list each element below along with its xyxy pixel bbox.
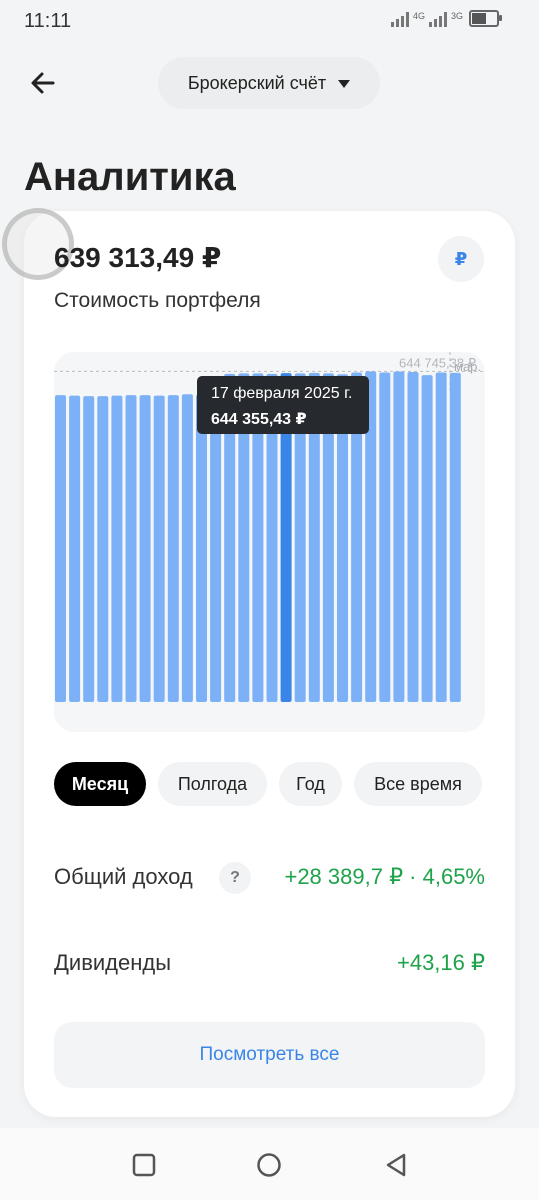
total-income-value: +28 389,7 ₽ · 4,65% <box>284 864 485 889</box>
portfolio-total-label: Стоимость портфеля <box>54 289 261 312</box>
portfolio-total-value: 639 313,49 ₽ <box>54 242 222 273</box>
help-icon[interactable]: ? <box>219 862 251 894</box>
chart-bar[interactable] <box>153 395 165 702</box>
status-bar: 11:11 4G 3G <box>0 0 539 42</box>
chart-bar[interactable] <box>69 395 81 702</box>
home-icon[interactable] <box>256 1152 282 1178</box>
page-title: Аналитика <box>24 155 236 199</box>
see-all-button[interactable]: Посмотреть все <box>54 1022 485 1088</box>
tab-all-time[interactable]: Все время <box>354 762 482 806</box>
tab-month[interactable]: Месяц <box>54 762 146 806</box>
chart-bar[interactable] <box>379 372 391 702</box>
back-nav-icon[interactable] <box>383 1152 409 1178</box>
chart-bar[interactable] <box>55 395 66 702</box>
chart-bar[interactable] <box>210 390 222 702</box>
chart-bar[interactable] <box>393 371 405 702</box>
signal-icon <box>390 11 409 27</box>
chart-bar[interactable] <box>97 396 109 702</box>
dividends-value: +43,16 ₽ <box>396 950 485 975</box>
x-axis-month-label: мар. <box>454 359 481 374</box>
chart-bar[interactable] <box>83 396 95 702</box>
chart-bar[interactable] <box>139 395 151 702</box>
network-type-label: 3G <box>450 11 463 21</box>
tooltip-value: 644 355,43 ₽ <box>211 411 307 428</box>
currency-toggle-button[interactable]: ₽ <box>438 236 484 282</box>
back-arrow-icon[interactable] <box>26 66 60 100</box>
tab-half-year[interactable]: Полгода <box>158 762 267 806</box>
account-name: Брокерский счёт <box>187 72 327 93</box>
status-time: 11:11 <box>24 10 72 32</box>
chart-bar[interactable] <box>167 395 179 702</box>
chart-bar[interactable] <box>196 394 207 702</box>
period-tabs: Месяц Полгода Год Все время <box>54 762 482 806</box>
tooltip-date: 17 февраля 2025 г. <box>211 385 353 402</box>
signal-icon <box>428 11 447 27</box>
chevron-down-icon <box>338 80 351 88</box>
network-type-label: 4G <box>412 11 425 21</box>
chart-tooltip: 17 февраля 2025 г. 644 355,43 ₽ <box>197 376 369 434</box>
dividends-label: Дивиденды <box>54 950 172 975</box>
chart-bar[interactable] <box>435 372 447 702</box>
recent-apps-icon[interactable] <box>131 1152 157 1178</box>
status-icons: 4G 3G <box>390 10 502 27</box>
chart-bar[interactable] <box>181 394 193 702</box>
chart-bar[interactable] <box>111 395 123 702</box>
chart-bar[interactable] <box>449 372 461 702</box>
battery-icon <box>469 10 502 27</box>
chart-bar[interactable] <box>125 395 137 702</box>
chart-bar[interactable] <box>407 372 419 702</box>
account-selector[interactable]: Брокерский счёт <box>158 57 380 109</box>
chart-bar[interactable] <box>421 375 433 702</box>
tab-year[interactable]: Год <box>279 762 342 806</box>
total-income-label: Общий доход <box>54 864 193 889</box>
